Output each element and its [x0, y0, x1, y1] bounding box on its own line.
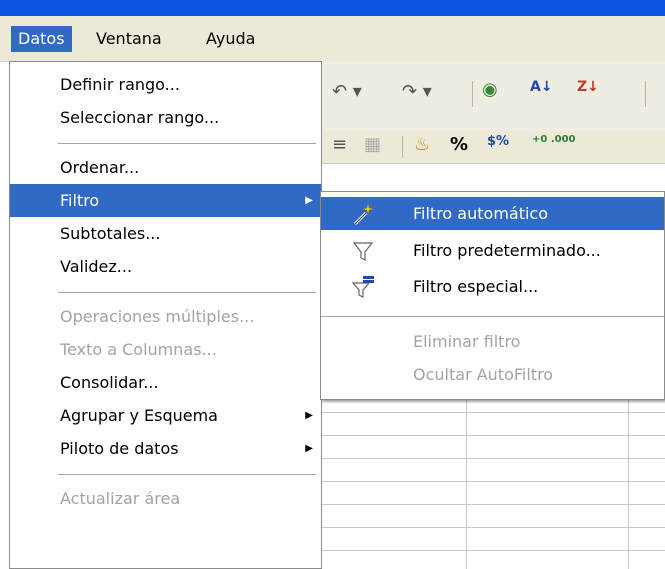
- menu-item-label: Filtro especial...: [413, 277, 539, 296]
- menu-item-label: Texto a Columnas...: [60, 340, 217, 359]
- menu-item-agrupar-esquema[interactable]: Agrupar y Esquema ▶: [10, 399, 321, 432]
- menu-item-consolidar[interactable]: Consolidar...: [10, 366, 321, 399]
- navigator-icon[interactable]: ◉: [482, 79, 498, 100]
- standard-format-icon[interactable]: $%: [487, 134, 509, 149]
- menu-item-validez[interactable]: Validez...: [10, 250, 321, 283]
- menu-item-label: Filtro: [60, 191, 100, 210]
- menu-ventana-label: Ventana: [96, 29, 162, 48]
- menu-item-subtotales[interactable]: Subtotales...: [10, 217, 321, 250]
- menu-ventana[interactable]: Ventana: [89, 26, 169, 52]
- spreadsheet-grid[interactable]: [322, 390, 665, 569]
- merge-cells-icon[interactable]: ▦: [364, 134, 381, 155]
- currency-label: $%: [487, 134, 510, 149]
- menu-ayuda-label: Ayuda: [206, 29, 256, 48]
- menu-separator: [321, 316, 664, 317]
- sort-asc-label: A↓: [530, 79, 553, 95]
- sort-ascending-icon[interactable]: A↓: [530, 79, 553, 95]
- filtro-submenu: Filtro automático Filtro predeterminado.…: [320, 191, 665, 400]
- menu-item-eliminar-filtro: Eliminar filtro: [321, 325, 664, 358]
- menu-item-label: Subtotales...: [60, 224, 161, 243]
- currency-icon[interactable]: ♨: [414, 134, 430, 155]
- submenu-arrow-icon: ▶: [305, 443, 313, 454]
- undo-icon[interactable]: ↶ ▾: [332, 81, 362, 102]
- menu-bar: Datos Ventana Ayuda: [0, 16, 665, 62]
- menu-separator: [58, 143, 316, 144]
- menu-item-label: Filtro predeterminado...: [413, 241, 601, 260]
- menu-item-label: Agrupar y Esquema: [60, 406, 218, 425]
- menu-item-filtro-especial[interactable]: Filtro especial...: [321, 270, 664, 303]
- menu-separator: [58, 474, 316, 475]
- funnel-icon: [352, 242, 374, 261]
- menu-item-label: Consolidar...: [60, 373, 159, 392]
- menu-item-label: Eliminar filtro: [413, 332, 521, 351]
- redo-icon[interactable]: ↷ ▾: [402, 81, 432, 102]
- menu-item-ordenar[interactable]: Ordenar...: [10, 151, 321, 184]
- menu-separator: [58, 292, 316, 293]
- column-divider: [466, 390, 467, 569]
- menu-item-operaciones-multiples: Operaciones múltiples...: [10, 300, 321, 333]
- menu-item-label: Actualizar área: [60, 489, 181, 508]
- menu-datos-label: Datos: [18, 29, 65, 48]
- toolbar-separator: [645, 81, 646, 107]
- magic-wand-icon: [353, 203, 374, 226]
- submenu-arrow-icon: ▶: [305, 195, 313, 206]
- column-divider: [628, 390, 629, 569]
- add-decimal-label: +0 .000: [532, 134, 576, 145]
- toolbar-separator: [402, 136, 403, 158]
- menu-item-label: Piloto de datos: [60, 439, 179, 458]
- menu-item-label: Ocultar AutoFiltro: [413, 365, 554, 384]
- percent-label: %: [450, 134, 469, 155]
- menu-item-seleccionar-rango[interactable]: Seleccionar rango...: [10, 101, 321, 134]
- datos-menu: Definir rango... Seleccionar rango... Or…: [9, 61, 322, 569]
- formatting-toolbar: ≡ ▦ ♨ % $% +0 .000: [322, 131, 665, 164]
- menu-item-label: Seleccionar rango...: [60, 108, 220, 127]
- menu-item-definir-rango[interactable]: Definir rango...: [10, 68, 321, 101]
- menu-item-label: Definir rango...: [60, 75, 180, 94]
- menu-item-filtro-automatico[interactable]: Filtro automático: [321, 197, 664, 230]
- menu-item-label: Filtro automático: [413, 204, 549, 223]
- percent-icon[interactable]: %: [450, 134, 468, 155]
- menu-ayuda[interactable]: Ayuda: [199, 26, 262, 52]
- menu-item-filtro-predeterminado[interactable]: Filtro predeterminado...: [321, 234, 664, 267]
- menu-item-label: Operaciones múltiples...: [60, 307, 255, 326]
- menu-item-label: Ordenar...: [60, 158, 140, 177]
- special-filter-icon: [351, 276, 374, 298]
- menu-item-label: Validez...: [60, 257, 133, 276]
- sort-descending-icon[interactable]: Z↓: [577, 79, 599, 95]
- sort-desc-label: Z↓: [577, 79, 599, 95]
- menu-item-ocultar-autofiltro: Ocultar AutoFiltro: [321, 358, 664, 391]
- submenu-arrow-icon: ▶: [305, 410, 313, 421]
- align-justify-icon[interactable]: ≡: [332, 134, 347, 155]
- menu-datos[interactable]: Datos: [11, 26, 72, 52]
- menu-item-piloto-de-datos[interactable]: Piloto de datos ▶: [10, 432, 321, 465]
- menu-item-filtro[interactable]: Filtro ▶: [10, 184, 321, 217]
- standard-toolbar: ↶ ▾ ↷ ▾ ◉ A↓ Z↓: [322, 61, 665, 131]
- menu-item-actualizar-area: Actualizar área: [10, 482, 321, 515]
- menu-item-texto-a-columnas: Texto a Columnas...: [10, 333, 321, 366]
- toolbar-separator: [472, 81, 473, 107]
- title-bar-strip: [0, 0, 665, 16]
- add-decimal-icon[interactable]: +0 .000: [532, 135, 576, 145]
